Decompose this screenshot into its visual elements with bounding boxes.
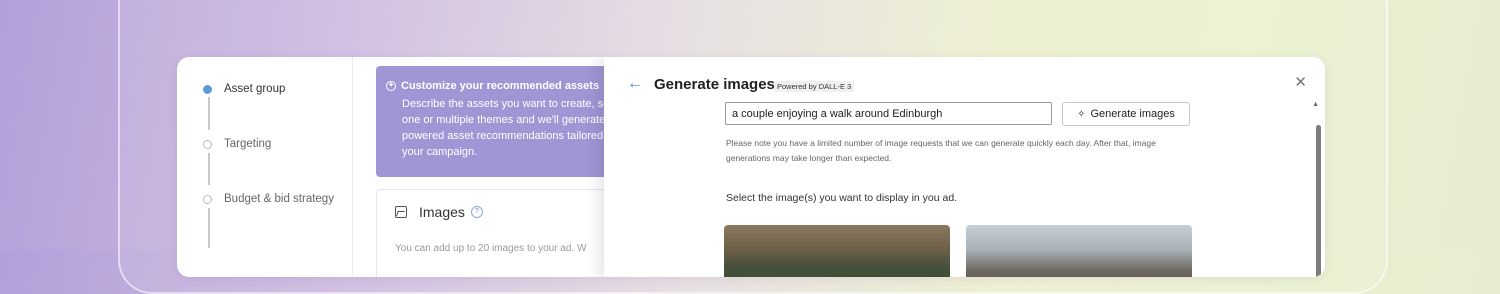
images-header: Images ? [395, 204, 483, 220]
step-connector [208, 153, 210, 185]
powered-by-badge: Powered by DALL-E 3 [774, 81, 855, 92]
step-label: Budget & bid strategy [224, 193, 334, 205]
stepper: Asset group Targeting Budget & bid strat… [177, 57, 353, 277]
images-description: You can add up to 20 images to your ad. … [395, 243, 587, 254]
generate-images-panel: ← Generate images Powered by DALL-E 3 ✕ … [604, 57, 1325, 277]
step-label: Targeting [224, 138, 272, 150]
generate-images-button[interactable]: ✧ Generate images [1062, 102, 1190, 126]
step-asset-group[interactable]: Asset group [203, 80, 285, 98]
step-connector [208, 97, 210, 130]
panel-title: Generate images [654, 76, 775, 93]
scrollbar-thumb[interactable] [1316, 125, 1321, 277]
step-dot [203, 139, 212, 149]
generate-button-label: Generate images [1090, 108, 1175, 120]
step-dot-active [203, 84, 212, 94]
generated-image-1[interactable] [724, 225, 950, 277]
limit-note: Please note you have a limited number of… [726, 138, 1156, 163]
step-label: Asset group [224, 83, 286, 95]
sparkle-icon: ✧ [1077, 108, 1086, 120]
banner-body: Describe the assets you want to create, … [402, 98, 612, 158]
images-card: Images ? You can add up to 20 images to … [376, 189, 618, 277]
images-title: Images [419, 204, 465, 220]
scroll-up-arrow-icon[interactable]: ▲ [1312, 101, 1319, 108]
step-budget[interactable]: Budget & bid strategy [203, 190, 334, 208]
image-icon [395, 206, 407, 218]
app-window: Asset group Targeting Budget & bid strat… [177, 57, 1325, 277]
prompt-input[interactable] [725, 102, 1052, 125]
recommendation-banner: ✦ Customize your recommended assets Desc… [376, 66, 616, 177]
help-icon[interactable]: ? [470, 206, 483, 218]
sparkle-icon: ✦ [386, 81, 396, 91]
close-icon[interactable]: ✕ [1294, 73, 1307, 91]
generated-image-2[interactable] [966, 225, 1192, 277]
step-dot [203, 194, 212, 204]
banner-title: ✦ Customize your recommended assets [386, 80, 616, 92]
back-arrow-icon[interactable]: ← [627, 75, 643, 93]
step-connector [208, 208, 210, 248]
step-targeting[interactable]: Targeting [203, 135, 271, 153]
select-instruction: Select the image(s) you want to display … [726, 192, 958, 204]
banner-title-text: Customize your recommended assets [401, 80, 600, 92]
